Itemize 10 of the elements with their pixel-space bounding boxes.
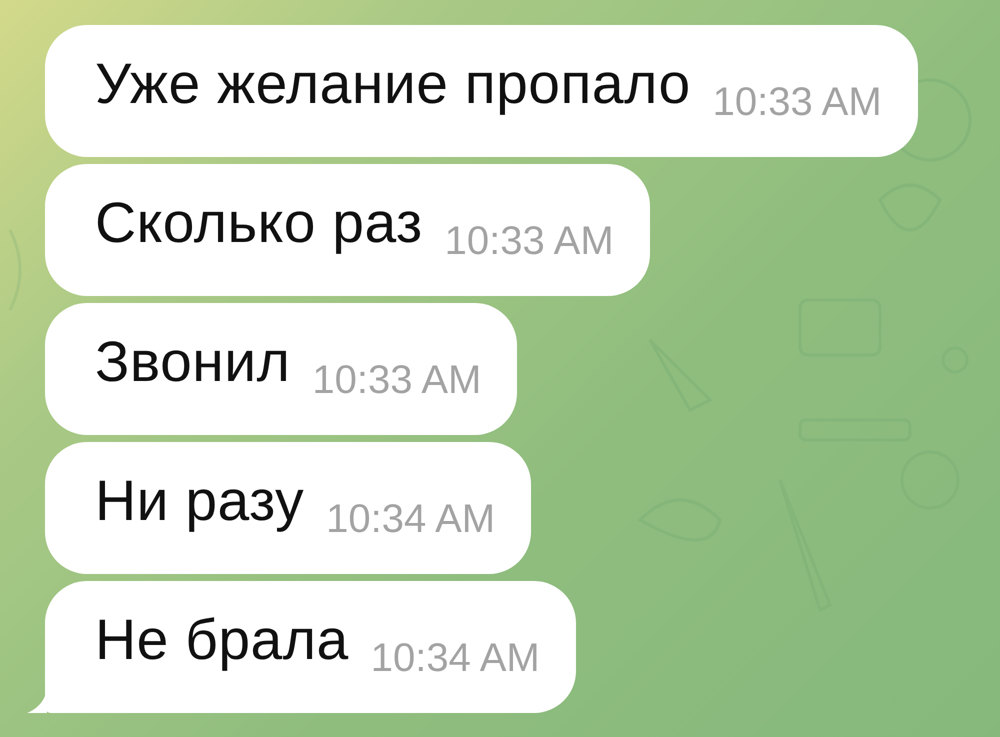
message-text: Сколько раз xyxy=(95,190,423,256)
message-time: 10:34 AM xyxy=(326,496,496,542)
message-time: 10:33 AM xyxy=(444,218,614,264)
message-time: 10:33 AM xyxy=(712,80,882,124)
message-text: Звонил xyxy=(95,329,290,395)
message-time: 10:34 AM xyxy=(370,636,540,680)
message-text: Ни разу xyxy=(95,468,304,534)
message-text: Не брала xyxy=(95,607,349,673)
message-text: Уже желание пропало xyxy=(95,51,691,117)
message-time: 10:33 AM xyxy=(312,358,482,402)
